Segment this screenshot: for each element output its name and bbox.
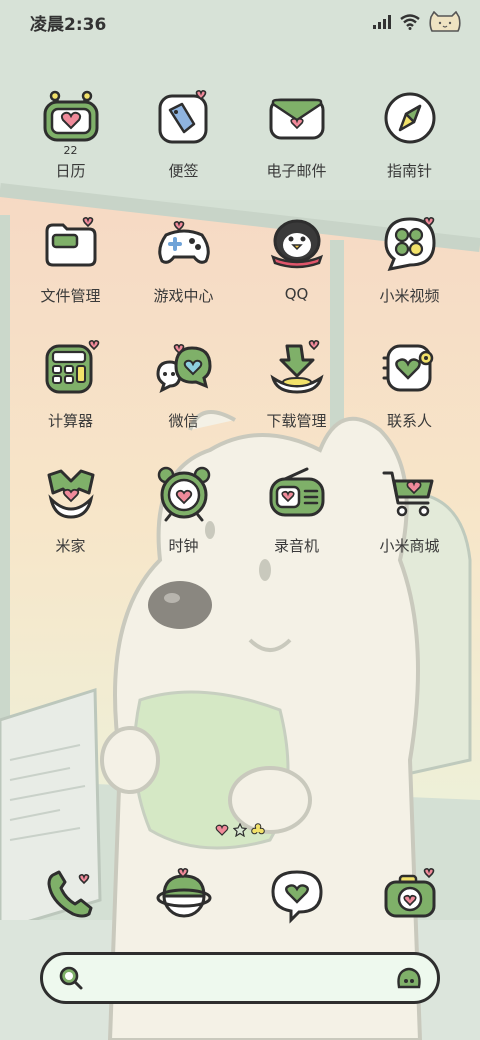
page-indicator[interactable]	[214, 822, 266, 838]
penguin-icon	[267, 213, 327, 273]
app-email[interactable]: 电子邮件	[240, 88, 353, 213]
page-dot-heart-icon	[215, 824, 229, 836]
search-icon[interactable]	[57, 964, 85, 992]
app-mi-video[interactable]: 小米视频	[353, 213, 466, 338]
app-label: 日历	[55, 162, 86, 180]
dock-browser[interactable]	[127, 862, 240, 926]
dock	[14, 862, 466, 926]
app-wechat[interactable]: 微信	[127, 338, 240, 463]
app-label: 录音机	[273, 537, 319, 555]
planet-icon	[156, 867, 211, 918]
gamepad-icon	[154, 213, 214, 273]
app-label: 指南针	[386, 162, 432, 180]
compass-icon	[380, 88, 440, 148]
app-clock[interactable]: 时钟	[127, 463, 240, 588]
video-icon	[380, 213, 440, 273]
download-icon	[267, 338, 327, 398]
assistant-icon[interactable]	[395, 965, 423, 991]
cat-battery-icon	[429, 11, 461, 32]
page-dot-flower-icon	[251, 823, 265, 835]
phone-icon	[47, 870, 92, 918]
app-label: 电子邮件	[266, 162, 327, 180]
app-qq[interactable]: QQ	[240, 213, 353, 338]
calendar-date: 22	[63, 144, 78, 157]
app-label: 小米视频	[379, 287, 440, 305]
wifi-icon	[400, 14, 420, 30]
app-game-center[interactable]: 游戏中心	[127, 213, 240, 338]
home-icon	[41, 463, 101, 523]
app-label: 文件管理	[40, 287, 101, 305]
app-mi-home[interactable]: 米家	[14, 463, 127, 588]
folder-icon	[41, 213, 101, 273]
signal-icon	[373, 15, 391, 29]
email-icon	[267, 88, 327, 148]
app-calendar[interactable]: 22 日历	[14, 88, 127, 213]
app-grid: 22 日历 便签 电子邮件 指南针 文件管理 游戏中心 QQ 小米视频 计算器 …	[14, 88, 466, 588]
app-mi-store[interactable]: 小米商城	[353, 463, 466, 588]
message-heart-icon	[270, 870, 323, 924]
app-label: 下载管理	[266, 412, 327, 430]
app-files[interactable]: 文件管理	[14, 213, 127, 338]
radio-icon	[267, 463, 327, 523]
app-label: QQ	[284, 285, 309, 303]
app-calculator[interactable]: 计算器	[14, 338, 127, 463]
app-contacts[interactable]: 联系人	[353, 338, 466, 463]
contacts-icon	[380, 338, 440, 398]
shopping-cart-icon	[380, 463, 440, 523]
status-bar: 凌晨2:36	[0, 0, 480, 44]
app-label: 米家	[55, 537, 86, 555]
page-dot-star-icon	[233, 823, 247, 837]
search-bar[interactable]	[40, 952, 440, 1004]
dock-messages[interactable]	[240, 862, 353, 926]
dock-camera[interactable]	[353, 862, 466, 926]
app-label: 小米商城	[379, 537, 440, 555]
calendar-icon: 22	[41, 88, 101, 157]
dock-phone[interactable]	[14, 862, 127, 926]
app-notes[interactable]: 便签	[127, 88, 240, 213]
app-download-manager[interactable]: 下载管理	[240, 338, 353, 463]
status-time: 凌晨2:36	[30, 14, 107, 35]
app-label: 微信	[168, 412, 199, 430]
app-compass[interactable]: 指南针	[353, 88, 466, 213]
app-label: 计算器	[47, 412, 93, 430]
notes-icon	[154, 88, 214, 148]
alarm-clock-icon	[154, 463, 214, 523]
status-icons	[372, 11, 462, 33]
search-input[interactable]	[95, 969, 385, 987]
app-label: 联系人	[386, 412, 432, 430]
app-label: 游戏中心	[153, 287, 214, 305]
camera-icon	[384, 867, 435, 918]
chat-bubbles-icon	[154, 338, 214, 398]
app-label: 时钟	[168, 537, 199, 555]
app-label: 便签	[168, 162, 199, 180]
app-recorder[interactable]: 录音机	[240, 463, 353, 588]
calculator-icon	[41, 338, 101, 398]
